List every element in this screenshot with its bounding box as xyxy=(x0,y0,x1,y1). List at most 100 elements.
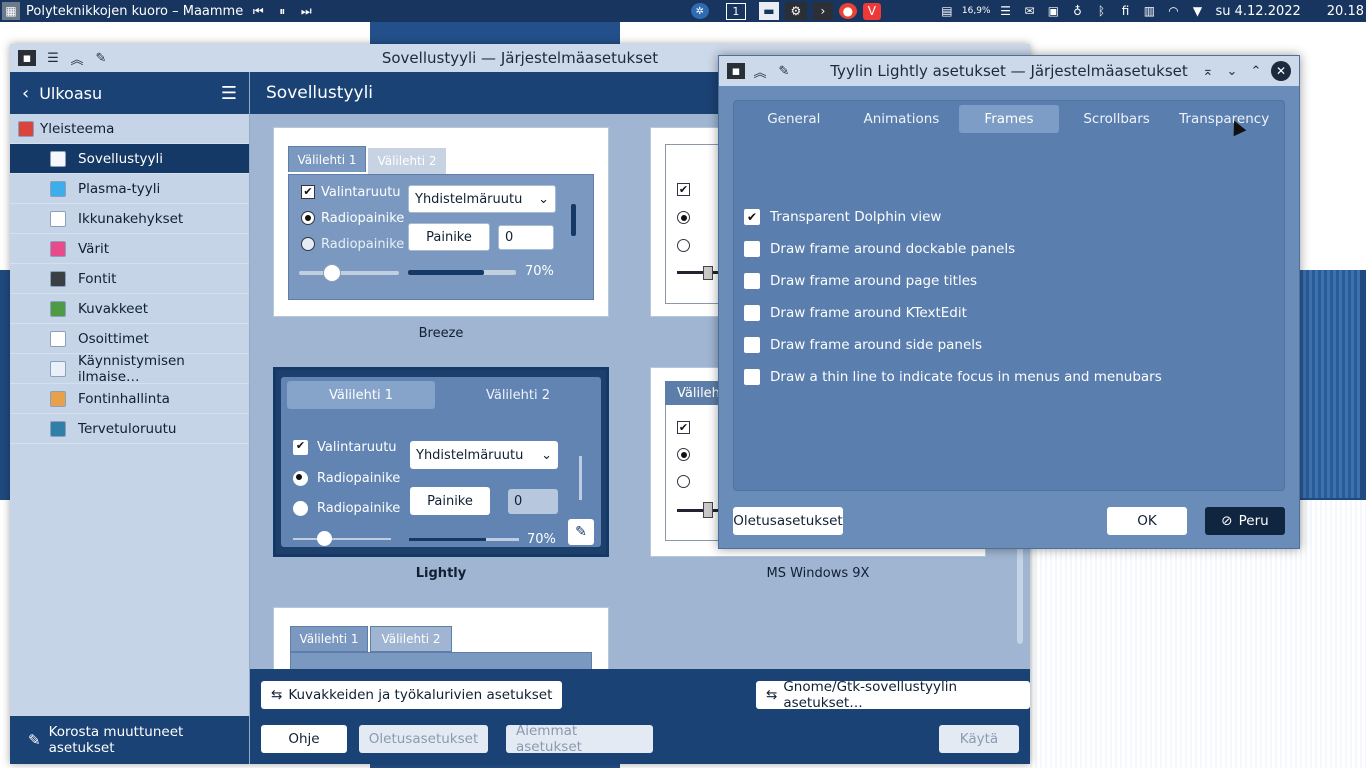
sidebar-item-1[interactable]: Sovellustyyli xyxy=(10,144,249,174)
wifi-icon[interactable]: ◠ xyxy=(1164,2,1182,20)
previous-track-icon[interactable]: ⏮ xyxy=(249,2,267,20)
sidebar-menu-icon[interactable]: ☰ xyxy=(221,83,237,104)
lightly-radio-label-1: Radiopainike xyxy=(317,471,401,486)
sidebar-item-8[interactable]: Käynnistymisen ilmaise… xyxy=(10,352,249,385)
breeze-checkbox-label: Valintaruutu xyxy=(321,185,401,200)
highlight-changed-button[interactable]: ✎ Korosta muuttuneet asetukset xyxy=(10,716,249,764)
battery-percent[interactable]: 16,9% xyxy=(962,2,991,20)
lightbulb-icon[interactable]: ♁ xyxy=(1068,2,1086,20)
dialog-ok-button[interactable]: OK xyxy=(1107,507,1187,535)
dialog-defaults-button[interactable]: Oletusasetukset xyxy=(733,507,843,535)
ms-slider-handle xyxy=(703,502,713,518)
option-checkbox-3[interactable] xyxy=(744,305,760,321)
sidebar-item-4[interactable]: Värit xyxy=(10,234,249,264)
tab-scrollbars[interactable]: Scrollbars xyxy=(1067,105,1167,133)
panel-date[interactable]: su 4.12.2022 xyxy=(1215,4,1300,19)
sidebar-item-label: Fontit xyxy=(78,270,117,287)
pause-icon[interactable]: ⏸ xyxy=(273,2,291,20)
app-launcher-icon[interactable]: ✲ xyxy=(690,3,709,19)
icons-toolbars-label: Kuvakkeiden ja työkalurivien asetukset xyxy=(288,687,553,703)
next-track-icon[interactable]: ⏭ xyxy=(297,2,315,20)
maximize-icon[interactable]: ⌃ xyxy=(1245,60,1267,82)
sidebar-item-label: Värit xyxy=(78,240,110,257)
option-ktextedit[interactable]: Draw frame around KTextEdit xyxy=(744,303,967,323)
defaults-button[interactable]: Oletusasetukset xyxy=(359,725,488,753)
bluetooth-icon[interactable]: ᛒ xyxy=(1092,2,1110,20)
sidebar-item-7[interactable]: Osoittimet xyxy=(10,324,249,354)
breeze-progress-label: 70% xyxy=(525,264,554,279)
lightly-radio-2 xyxy=(293,501,308,516)
style-name-lightly: Lightly xyxy=(415,566,467,581)
style-tile-row3[interactable]: Välilehti 1 Välilehti 2 xyxy=(273,607,609,669)
minimize-icon[interactable]: ⌄ xyxy=(1221,60,1243,82)
panel-time[interactable]: 20.18 xyxy=(1327,4,1364,19)
dialog-tabs: General Animations Frames Scrollbars Tra… xyxy=(734,101,1284,137)
vivaldi-icon[interactable]: V xyxy=(862,2,881,20)
audio-icon[interactable]: ▥ xyxy=(1140,2,1158,20)
breeze-slider-handle xyxy=(323,264,341,282)
option-checkbox-1[interactable] xyxy=(744,241,760,257)
sidebar-item-5[interactable]: Fontit xyxy=(10,264,249,294)
tray-expand-icon[interactable]: ▼ xyxy=(1188,2,1206,20)
task-settings-icon[interactable]: ⚙ xyxy=(784,2,807,20)
sidebar-item-icon xyxy=(50,301,66,317)
gtk-style-settings-button[interactable]: ⇆ Gnome/Gtk-sovellustyylin asetukset… xyxy=(756,679,1030,711)
dialog-cancel-label: Peru xyxy=(1238,513,1269,529)
tab-general[interactable]: General xyxy=(744,105,844,133)
album-art-icon[interactable]: ▦ xyxy=(2,2,20,20)
desktop-pager[interactable]: 1 xyxy=(725,2,746,20)
sidebar-item-icon xyxy=(50,211,66,227)
tab-transparency[interactable]: Transparency xyxy=(1174,105,1274,133)
help-button[interactable]: Ohje xyxy=(261,725,347,753)
style-tile-lightly[interactable]: Välilehti 1 Välilehti 2 ✔ Valintaruutu R… xyxy=(273,367,609,557)
option-label-5: Draw a thin line to indicate focus in me… xyxy=(770,369,1162,385)
option-focus-line[interactable]: Draw a thin line to indicate focus in me… xyxy=(744,367,1162,387)
partial-radio-2 xyxy=(677,239,690,252)
option-checkbox-0[interactable]: ✔ xyxy=(744,209,760,225)
option-dockable-panels[interactable]: Draw frame around dockable panels xyxy=(744,239,1015,259)
option-checkbox-4[interactable] xyxy=(744,337,760,353)
sidebar-item-label: Käynnistymisen ilmaise… xyxy=(78,352,185,385)
option-checkbox-5[interactable] xyxy=(744,369,760,385)
chrome-icon[interactable]: ● xyxy=(838,3,857,19)
style-tile-breeze[interactable]: Välilehti 1 Välilehti 2 ✔ Valintaruutu R… xyxy=(273,127,609,317)
input-method-icon[interactable]: fi xyxy=(1116,2,1134,20)
tab-frames[interactable]: Frames xyxy=(958,105,1059,133)
icons-toolbars-settings-button[interactable]: ⇆ Kuvakkeiden ja työkalurivien asetukset xyxy=(261,681,563,709)
close-icon[interactable]: ✕ xyxy=(1271,61,1291,81)
dialog-titlebar[interactable]: ▪ ︽ ✎ Tyylin Lightly asetukset — Järjest… xyxy=(719,56,1299,86)
sidebar-item-10[interactable]: Tervetuloruutu xyxy=(10,414,249,444)
task-window-icon[interactable]: ▬ xyxy=(758,2,779,20)
sidebar-item-3[interactable]: Ikkunakehykset xyxy=(10,204,249,234)
partial-radio-1 xyxy=(677,211,690,224)
clipboard-icon[interactable]: ▤ xyxy=(938,2,956,20)
back-arrow-icon[interactable]: ‹ xyxy=(22,83,29,104)
sidebar-item-0[interactable]: Yleisteema xyxy=(10,114,249,144)
lightly-progress-label: 70% xyxy=(527,532,556,547)
sidebar-item-2[interactable]: Plasma-tyyli xyxy=(10,174,249,204)
sidebar-back-label[interactable]: Ulkoasu xyxy=(39,84,102,103)
apply-button[interactable]: Käytä xyxy=(939,725,1019,753)
breeze-spin-value: 0 xyxy=(505,230,514,245)
tab-animations[interactable]: Animations xyxy=(851,105,951,133)
edit-style-button[interactable]: ✎ xyxy=(568,519,594,545)
ms-radio-1 xyxy=(677,448,690,461)
dialog-cancel-button[interactable]: ⊘ Peru xyxy=(1205,507,1285,535)
lightly-combo: Yhdistelmäruutu ⌄ xyxy=(410,441,558,469)
option-checkbox-2[interactable] xyxy=(744,273,760,289)
sidebar-item-9[interactable]: Fontinhallinta xyxy=(10,384,249,414)
option-side-panels[interactable]: Draw frame around side panels xyxy=(744,335,982,355)
reset-button[interactable]: Aiemmat asetukset xyxy=(506,723,653,755)
task-terminal-icon[interactable]: › xyxy=(812,2,833,20)
option-page-titles[interactable]: Draw frame around page titles xyxy=(744,271,977,291)
maximize-up-icon[interactable]: ⌅ xyxy=(1197,60,1219,82)
option-transparent-dolphin[interactable]: ✔ Transparent Dolphin view xyxy=(744,207,941,227)
sidebar-item-6[interactable]: Kuvakkeet xyxy=(10,294,249,324)
mail-icon[interactable]: ✉ xyxy=(1020,2,1038,20)
pencil-icon: ✎ xyxy=(575,524,587,540)
chevron-down-icon: ⌄ xyxy=(541,447,552,463)
notes-icon[interactable]: ☰ xyxy=(996,2,1014,20)
media-title[interactable]: Polyteknikkojen kuoro – Maamme xyxy=(26,4,243,19)
disk-icon[interactable]: ▣ xyxy=(1044,2,1062,20)
sliders-icon: ⇆ xyxy=(766,687,778,703)
